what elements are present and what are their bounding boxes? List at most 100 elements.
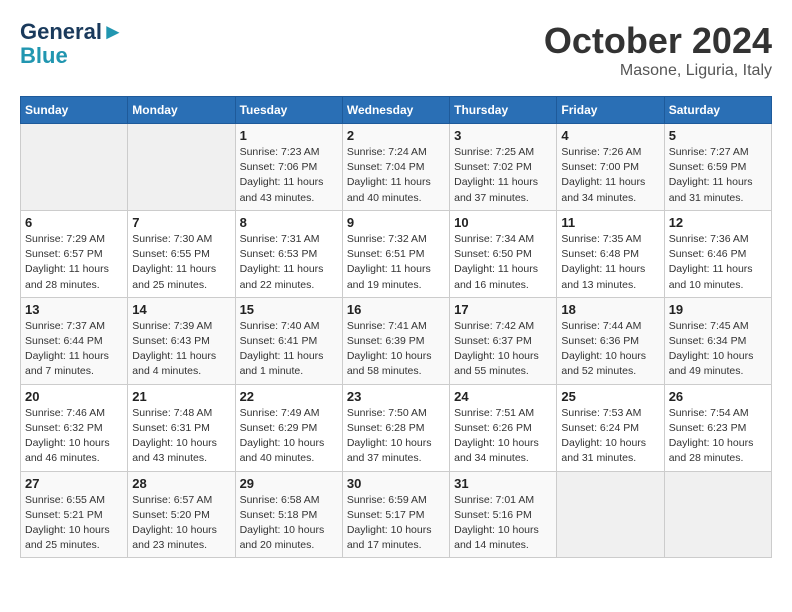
- day-info: Sunrise: 6:55 AMSunset: 5:21 PMDaylight:…: [25, 493, 123, 554]
- weekday-header-thursday: Thursday: [450, 97, 557, 124]
- calendar-cell: 4 Sunrise: 7:26 AMSunset: 7:00 PMDaylight…: [557, 124, 664, 211]
- day-info: Sunrise: 7:26 AMSunset: 7:00 PMDaylight:…: [561, 145, 659, 206]
- weekday-header-wednesday: Wednesday: [342, 97, 449, 124]
- weekday-header-sunday: Sunday: [21, 97, 128, 124]
- day-number: 11: [561, 215, 659, 230]
- logo-blue: Blue: [20, 44, 124, 68]
- calendar-cell: 8 Sunrise: 7:31 AMSunset: 6:53 PMDaylight…: [235, 210, 342, 297]
- day-info: Sunrise: 7:31 AMSunset: 6:53 PMDaylight:…: [240, 232, 338, 293]
- calendar-cell: 16Sunrise: 7:41 AMSunset: 6:39 PMDayligh…: [342, 297, 449, 384]
- day-number: 6: [25, 215, 123, 230]
- weekday-header-friday: Friday: [557, 97, 664, 124]
- day-info: Sunrise: 7:51 AMSunset: 6:26 PMDaylight:…: [454, 406, 552, 467]
- day-info: Sunrise: 7:23 AMSunset: 7:06 PMDaylight:…: [240, 145, 338, 206]
- day-info: Sunrise: 7:34 AMSunset: 6:50 PMDaylight:…: [454, 232, 552, 293]
- day-number: 1: [240, 128, 338, 143]
- day-info: Sunrise: 7:49 AMSunset: 6:29 PMDaylight:…: [240, 406, 338, 467]
- day-number: 22: [240, 389, 338, 404]
- calendar-cell: 13Sunrise: 7:37 AMSunset: 6:44 PMDayligh…: [21, 297, 128, 384]
- logo: General► Blue: [20, 20, 124, 68]
- calendar-cell: 18Sunrise: 7:44 AMSunset: 6:36 PMDayligh…: [557, 297, 664, 384]
- calendar-cell: 6Sunrise: 7:29 AMSunset: 6:57 PMDaylight…: [21, 210, 128, 297]
- week-row-5: 27 Sunrise: 6:55 AMSunset: 5:21 PMDayligh…: [21, 471, 772, 558]
- calendar-cell: 30 Sunrise: 6:59 AMSunset: 5:17 PMDayligh…: [342, 471, 449, 558]
- day-info: Sunrise: 7:24 AMSunset: 7:04 PMDaylight:…: [347, 145, 445, 206]
- day-info: Sunrise: 7:40 AMSunset: 6:41 PMDaylight:…: [240, 319, 338, 380]
- calendar-cell: 15Sunrise: 7:40 AMSunset: 6:41 PMDayligh…: [235, 297, 342, 384]
- day-info: Sunrise: 7:25 AMSunset: 7:02 PMDaylight:…: [454, 145, 552, 206]
- day-info: Sunrise: 7:45 AMSunset: 6:34 PMDaylight:…: [669, 319, 767, 380]
- calendar-cell: 11 Sunrise: 7:35 AMSunset: 6:48 PMDayligh…: [557, 210, 664, 297]
- calendar-cell: 12 Sunrise: 7:36 AMSunset: 6:46 PMDayligh…: [664, 210, 771, 297]
- day-number: 14: [132, 302, 230, 317]
- day-number: 2: [347, 128, 445, 143]
- day-number: 23: [347, 389, 445, 404]
- calendar-cell: 28Sunrise: 6:57 AMSunset: 5:20 PMDayligh…: [128, 471, 235, 558]
- calendar-cell: [664, 471, 771, 558]
- day-number: 9: [347, 215, 445, 230]
- day-info: Sunrise: 7:27 AMSunset: 6:59 PMDaylight:…: [669, 145, 767, 206]
- weekday-header-monday: Monday: [128, 97, 235, 124]
- calendar-cell: [21, 124, 128, 211]
- calendar-cell: 23 Sunrise: 7:50 AMSunset: 6:28 PMDayligh…: [342, 384, 449, 471]
- day-info: Sunrise: 7:42 AMSunset: 6:37 PMDaylight:…: [454, 319, 552, 380]
- location: Masone, Liguria, Italy: [544, 62, 772, 80]
- weekday-header-row: SundayMondayTuesdayWednesdayThursdayFrid…: [21, 97, 772, 124]
- day-info: Sunrise: 7:39 AMSunset: 6:43 PMDaylight:…: [132, 319, 230, 380]
- day-info: Sunrise: 7:36 AMSunset: 6:46 PMDaylight:…: [669, 232, 767, 293]
- day-info: Sunrise: 7:35 AMSunset: 6:48 PMDaylight:…: [561, 232, 659, 293]
- day-number: 12: [669, 215, 767, 230]
- day-info: Sunrise: 7:30 AMSunset: 6:55 PMDaylight:…: [132, 232, 230, 293]
- weekday-header-tuesday: Tuesday: [235, 97, 342, 124]
- day-number: 3: [454, 128, 552, 143]
- calendar-cell: 1 Sunrise: 7:23 AMSunset: 7:06 PMDaylight…: [235, 124, 342, 211]
- day-number: 7: [132, 215, 230, 230]
- calendar-cell: 29Sunrise: 6:58 AMSunset: 5:18 PMDayligh…: [235, 471, 342, 558]
- day-number: 24: [454, 389, 552, 404]
- day-info: Sunrise: 7:32 AMSunset: 6:51 PMDaylight:…: [347, 232, 445, 293]
- title-block: October 2024 Masone, Liguria, Italy: [544, 20, 772, 80]
- day-number: 30: [347, 476, 445, 491]
- calendar-cell: 7 Sunrise: 7:30 AMSunset: 6:55 PMDaylight…: [128, 210, 235, 297]
- calendar-cell: 17 Sunrise: 7:42 AMSunset: 6:37 PMDayligh…: [450, 297, 557, 384]
- calendar-cell: 2 Sunrise: 7:24 AMSunset: 7:04 PMDaylight…: [342, 124, 449, 211]
- day-info: Sunrise: 7:44 AMSunset: 6:36 PMDaylight:…: [561, 319, 659, 380]
- day-info: Sunrise: 7:53 AMSunset: 6:24 PMDaylight:…: [561, 406, 659, 467]
- week-row-2: 6Sunrise: 7:29 AMSunset: 6:57 PMDaylight…: [21, 210, 772, 297]
- calendar-cell: 22 Sunrise: 7:49 AMSunset: 6:29 PMDayligh…: [235, 384, 342, 471]
- day-number: 8: [240, 215, 338, 230]
- calendar-cell: [128, 124, 235, 211]
- day-number: 4: [561, 128, 659, 143]
- day-number: 17: [454, 302, 552, 317]
- calendar-cell: 10 Sunrise: 7:34 AMSunset: 6:50 PMDayligh…: [450, 210, 557, 297]
- calendar-cell: 14 Sunrise: 7:39 AMSunset: 6:43 PMDayligh…: [128, 297, 235, 384]
- day-info: Sunrise: 7:48 AMSunset: 6:31 PMDaylight:…: [132, 406, 230, 467]
- calendar-cell: 25 Sunrise: 7:53 AMSunset: 6:24 PMDayligh…: [557, 384, 664, 471]
- day-info: Sunrise: 7:37 AMSunset: 6:44 PMDaylight:…: [25, 319, 123, 380]
- logo-text: General►: [20, 20, 124, 44]
- weekday-header-saturday: Saturday: [664, 97, 771, 124]
- week-row-3: 13Sunrise: 7:37 AMSunset: 6:44 PMDayligh…: [21, 297, 772, 384]
- calendar-cell: 9 Sunrise: 7:32 AMSunset: 6:51 PMDaylight…: [342, 210, 449, 297]
- day-number: 25: [561, 389, 659, 404]
- calendar-cell: 21Sunrise: 7:48 AMSunset: 6:31 PMDayligh…: [128, 384, 235, 471]
- calendar-cell: 31Sunrise: 7:01 AMSunset: 5:16 PMDayligh…: [450, 471, 557, 558]
- week-row-4: 20Sunrise: 7:46 AMSunset: 6:32 PMDayligh…: [21, 384, 772, 471]
- week-row-1: 1 Sunrise: 7:23 AMSunset: 7:06 PMDaylight…: [21, 124, 772, 211]
- calendar-cell: 5 Sunrise: 7:27 AMSunset: 6:59 PMDaylight…: [664, 124, 771, 211]
- day-info: Sunrise: 7:50 AMSunset: 6:28 PMDaylight:…: [347, 406, 445, 467]
- calendar-cell: 27 Sunrise: 6:55 AMSunset: 5:21 PMDayligh…: [21, 471, 128, 558]
- month-year: October 2024: [544, 20, 772, 62]
- page-header: General► Blue October 2024 Masone, Ligur…: [20, 20, 772, 80]
- calendar-cell: 3 Sunrise: 7:25 AMSunset: 7:02 PMDaylight…: [450, 124, 557, 211]
- calendar-table: SundayMondayTuesdayWednesdayThursdayFrid…: [20, 96, 772, 558]
- day-number: 10: [454, 215, 552, 230]
- day-number: 28: [132, 476, 230, 491]
- day-number: 27: [25, 476, 123, 491]
- day-number: 16: [347, 302, 445, 317]
- day-info: Sunrise: 6:59 AMSunset: 5:17 PMDaylight:…: [347, 493, 445, 554]
- day-info: Sunrise: 7:46 AMSunset: 6:32 PMDaylight:…: [25, 406, 123, 467]
- day-number: 5: [669, 128, 767, 143]
- calendar-cell: 24 Sunrise: 7:51 AMSunset: 6:26 PMDayligh…: [450, 384, 557, 471]
- day-number: 19: [669, 302, 767, 317]
